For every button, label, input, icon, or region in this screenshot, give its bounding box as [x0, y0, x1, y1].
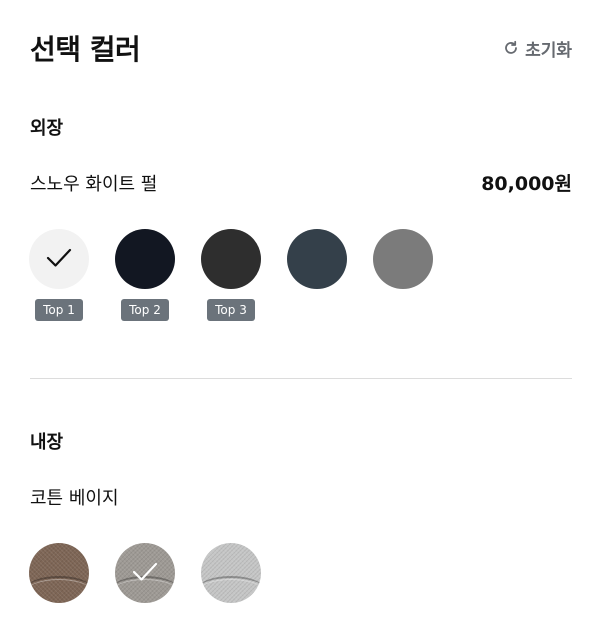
exterior-swatch-item — [287, 229, 347, 321]
exterior-swatch[interactable] — [373, 229, 433, 289]
interior-swatch-item — [115, 543, 175, 603]
exterior-swatch-item — [373, 229, 433, 321]
exterior-swatch[interactable] — [29, 229, 89, 289]
page-title: 선택 컬러 — [30, 33, 141, 66]
section-divider — [30, 378, 572, 379]
exterior-color-price: 80,000원 — [481, 173, 572, 195]
exterior-swatch[interactable] — [201, 229, 261, 289]
reset-button[interactable]: 초기화 — [503, 36, 572, 61]
interior-swatch-item — [29, 543, 89, 603]
exterior-section-title: 외장 — [30, 118, 64, 139]
top-badge: Top 3 — [207, 299, 255, 321]
interior-swatch-list — [29, 543, 261, 603]
interior-swatch[interactable] — [29, 543, 89, 603]
check-icon — [46, 248, 72, 267]
top-badge: Top 2 — [121, 299, 169, 321]
refresh-icon — [505, 40, 517, 54]
interior-color-name: 코튼 베이지 — [30, 488, 119, 509]
exterior-selected-row: 스노우 화이트 펄 80,000원 — [30, 169, 572, 196]
reset-label: 초기화 — [525, 40, 572, 61]
top-badge: Top 1 — [35, 299, 83, 321]
exterior-swatch-item: Top 2 — [115, 229, 175, 321]
interior-selected-row: 코튼 베이지 — [30, 484, 572, 510]
leather-seam — [201, 576, 261, 603]
leather-seam — [29, 576, 89, 603]
exterior-swatch-item: Top 3 — [201, 229, 261, 321]
interior-swatch[interactable] — [115, 543, 175, 603]
interior-swatch[interactable] — [201, 543, 261, 603]
exterior-swatch[interactable] — [115, 229, 175, 289]
exterior-color-name: 스노우 화이트 펄 — [30, 173, 158, 195]
interior-section-title: 내장 — [30, 432, 64, 453]
interior-swatch-item — [201, 543, 261, 603]
exterior-swatch-item: Top 1 — [29, 229, 89, 321]
header: 선택 컬러 초기화 — [30, 28, 572, 68]
exterior-swatch-list: Top 1 Top 2 Top 3 — [29, 229, 433, 321]
check-icon — [132, 562, 158, 581]
exterior-swatch[interactable] — [287, 229, 347, 289]
